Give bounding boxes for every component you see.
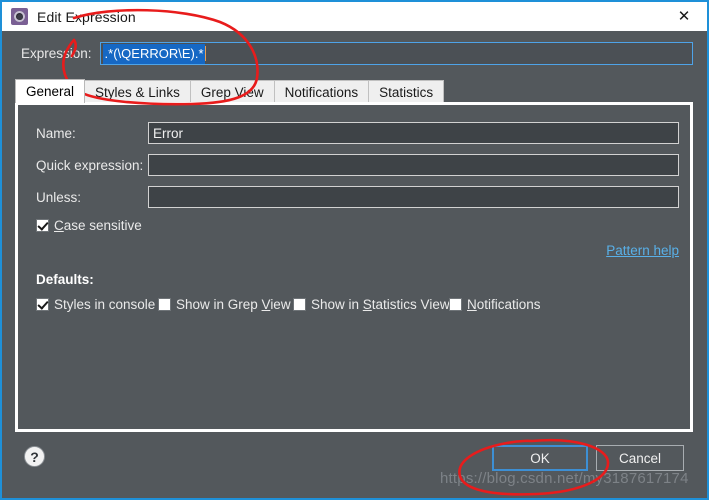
show-in-statistics-view-label: Show in Statistics View: [311, 297, 450, 312]
styles-in-console-label: Styles in console: [54, 297, 156, 312]
gear-icon: [11, 8, 28, 25]
notifications-checkbox[interactable]: Notifications: [449, 297, 541, 312]
checkbox-icon: [36, 298, 49, 311]
name-field-row: Name: Error: [36, 122, 679, 144]
edit-expression-dialog: Edit Expression ✕ Expression: .*(\QERROR…: [0, 0, 709, 500]
name-input[interactable]: Error: [148, 122, 679, 144]
tab-general[interactable]: General: [15, 79, 86, 103]
checkbox-icon: [449, 298, 462, 311]
show-in-statistics-view-checkbox[interactable]: Show in Statistics View: [293, 297, 450, 312]
checkbox-icon: [158, 298, 171, 311]
expression-input[interactable]: .*(\QERROR\E).*: [99, 42, 693, 65]
tab-statistics[interactable]: Statistics: [368, 80, 445, 103]
checkbox-icon: [36, 219, 49, 232]
expression-input-value: .*(\QERROR\E).*: [102, 43, 205, 64]
unless-field-row: Unless:: [36, 186, 679, 208]
quick-expression-field-row: Quick expression:: [36, 154, 679, 176]
show-in-grep-view-label: Show in Grep View: [176, 297, 291, 312]
cancel-button[interactable]: Cancel: [596, 445, 684, 471]
window-title: Edit Expression: [37, 8, 136, 25]
defaults-heading: Defaults:: [36, 272, 94, 287]
checkbox-icon: [293, 298, 306, 311]
expression-label: Expression:: [21, 46, 92, 61]
styles-in-console-checkbox[interactable]: Styles in console: [36, 297, 155, 312]
unless-input[interactable]: [148, 186, 679, 208]
text-caret: [204, 46, 206, 61]
ok-button[interactable]: OK: [492, 445, 588, 471]
expression-row: Expression: .*(\QERROR\E).*: [2, 31, 707, 76]
quick-expression-label: Quick expression:: [36, 157, 144, 173]
quick-expression-input[interactable]: [148, 154, 679, 176]
tab-grep-view[interactable]: Grep View: [189, 80, 275, 103]
pattern-help-link[interactable]: Pattern help: [606, 243, 679, 258]
close-icon[interactable]: ✕: [661, 2, 707, 31]
unless-label: Unless:: [36, 189, 82, 205]
case-sensitive-label: Case sensitive: [54, 218, 142, 233]
watermark: https://blog.csdn.net/my3187617174: [440, 470, 689, 487]
tab-styles-and-links[interactable]: Styles & Links: [84, 80, 191, 103]
name-label: Name:: [36, 125, 76, 141]
help-icon[interactable]: ?: [24, 446, 45, 467]
show-in-grep-view-checkbox[interactable]: Show in Grep View: [158, 297, 291, 312]
tab-bar: General Styles & Links Grep View Notific…: [15, 79, 693, 103]
notifications-label: Notifications: [467, 297, 541, 312]
tab-notifications[interactable]: Notifications: [273, 80, 370, 103]
case-sensitive-checkbox[interactable]: Case sensitive: [36, 218, 142, 233]
general-tab-panel: Name: Error Quick expression: Unless: Ca…: [15, 102, 693, 432]
title-bar: Edit Expression ✕: [0, 0, 709, 31]
